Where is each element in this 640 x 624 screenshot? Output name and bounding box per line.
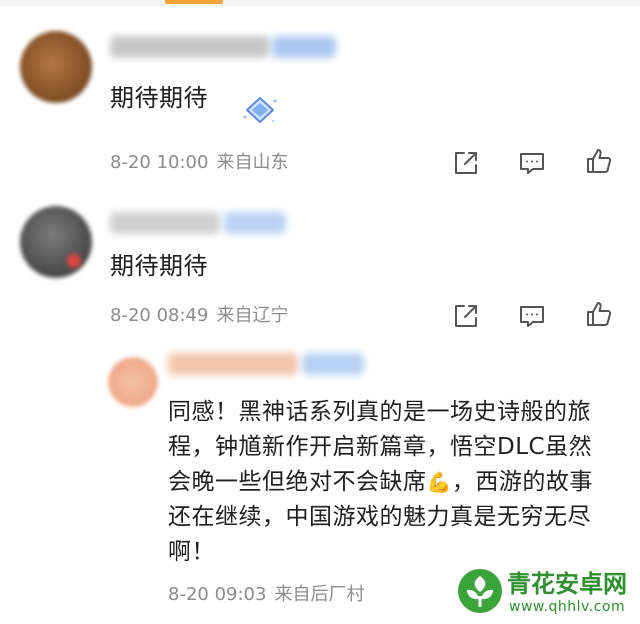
top-divider [0, 0, 640, 6]
comment-text: 期待期待 [110, 252, 208, 280]
user-badge-blurred [272, 36, 336, 58]
comment-date: 8-20 08:49 [110, 305, 209, 326]
comment-meta: 8-20 10:00 来自山东 [110, 153, 288, 173]
username-blurred[interactable] [110, 212, 220, 234]
reply-meta: 8-20 09:03 来自后厂村 [168, 585, 364, 605]
avatar-badge [67, 254, 81, 268]
like-icon[interactable] [585, 300, 613, 328]
flexed-biceps-icon: 💪 [426, 470, 452, 494]
reply-user-badge-blurred [302, 353, 364, 375]
diamond-sticker-icon [243, 96, 277, 124]
comment-date: 8-20 10:00 [110, 152, 209, 173]
watermark-logo-icon [458, 569, 502, 613]
watermark-name: 青花安卓网 [507, 570, 627, 598]
watermark-url: www.qhhlv.com [509, 599, 626, 615]
reply-date: 8-20 09:03 [168, 584, 267, 605]
reply-username-blurred[interactable] [168, 353, 298, 375]
comment-thread: 期待期待 8-20 10:00 来自山东 期待期待 8-20 08:49 来自辽… [0, 0, 640, 624]
avatar[interactable] [20, 206, 92, 278]
avatar[interactable] [20, 31, 92, 103]
share-icon[interactable] [452, 302, 480, 330]
reply-location: 来自后厂村 [274, 584, 365, 605]
comment-meta: 8-20 08:49 来自辽宁 [110, 306, 288, 326]
comment-icon[interactable] [518, 302, 546, 330]
site-watermark: 青花安卓网 www.qhhlv.com [455, 566, 635, 620]
top-accent-bar [165, 0, 223, 4]
comment-location: 来自辽宁 [216, 305, 289, 326]
comment-icon[interactable] [518, 149, 546, 177]
like-icon[interactable] [585, 147, 613, 175]
reply-text: 同感！黑神话系列真的是一场史诗般的旅程，钟馗新作开启新篇章，悟空DLC虽然会晚一… [168, 395, 608, 570]
comment-location: 来自山东 [216, 152, 289, 173]
user-badge-blurred [224, 212, 286, 234]
reply-avatar[interactable] [108, 357, 158, 407]
share-icon[interactable] [452, 149, 480, 177]
comment-text: 期待期待 [110, 84, 208, 112]
username-blurred[interactable] [110, 36, 270, 58]
